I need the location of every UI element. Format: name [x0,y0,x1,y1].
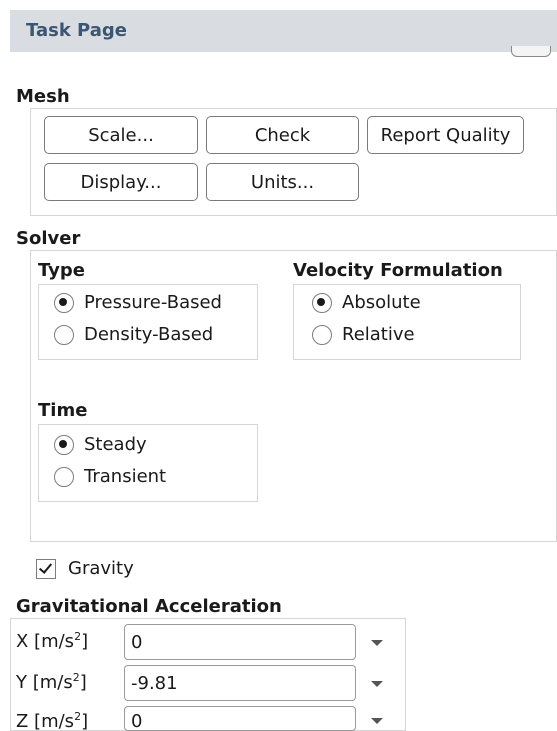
display-button[interactable]: Display... [44,163,198,201]
radio-density-based-indicator[interactable] [54,324,74,345]
radio-transient-label: Transient [84,466,167,487]
radio-pressure-based[interactable]: Pressure-Based [54,292,222,313]
radio-absolute-indicator[interactable] [312,292,332,313]
x-accel-dropdown-caret-icon[interactable] [371,640,383,646]
help-button[interactable] [511,46,551,57]
velocity-formulation-label: Velocity Formulation [293,260,503,281]
radio-transient-indicator[interactable] [54,466,74,487]
check-button[interactable]: Check [206,116,359,154]
y-accel-dropdown-caret-icon[interactable] [371,681,383,687]
radio-density-based[interactable]: Density-Based [54,324,213,345]
task-page-panel: Task Page Mesh Scale... Check Report Qua… [0,0,557,731]
z-accel-axis: Z [m/s [16,711,75,731]
radio-relative[interactable]: Relative [312,324,415,345]
y-accel-unit-end: ] [79,672,87,693]
gravity-label: Gravity [68,558,134,579]
x-accel-unit-end: ] [81,631,89,652]
y-accel-unit-sup: 2 [72,671,80,684]
gravity-checkbox[interactable] [36,558,56,579]
x-accel-input[interactable]: 0 [124,624,356,660]
y-accel-axis: Y [m/s [16,672,73,693]
solver-section-label: Solver [16,228,81,249]
radio-relative-indicator[interactable] [312,324,332,345]
z-accel-input[interactable]: 0 [124,706,356,731]
z-accel-dropdown-caret-icon[interactable] [371,718,383,724]
report-quality-button[interactable]: Report Quality [367,116,524,154]
radio-pressure-based-indicator[interactable] [54,292,74,313]
radio-steady[interactable]: Steady [54,434,147,455]
radio-transient[interactable]: Transient [54,466,166,487]
y-accel-input[interactable]: -9.81 [124,665,356,701]
radio-steady-indicator[interactable] [54,434,74,455]
radio-absolute-label: Absolute [342,292,421,313]
task-page-header: Task Page [10,10,557,57]
scale-button[interactable]: Scale... [44,116,198,154]
type-label: Type [38,260,85,281]
units-button[interactable]: Units... [206,163,359,201]
radio-density-based-label: Density-Based [84,324,214,345]
gravitational-acceleration-label: Gravitational Acceleration [16,596,282,617]
x-accel-axis: X [m/s [16,631,75,652]
z-accel-label: Z [m/s2] [16,710,88,731]
radio-pressure-based-label: Pressure-Based [84,292,222,313]
x-accel-label: X [m/s2] [16,630,88,652]
radio-relative-label: Relative [342,324,415,345]
z-accel-unit-sup: 2 [74,710,82,723]
radio-absolute[interactable]: Absolute [312,292,421,313]
radio-steady-label: Steady [84,434,147,455]
y-accel-label: Y [m/s2] [16,671,87,693]
z-accel-unit-end: ] [81,711,89,731]
task-page-title: Task Page [26,20,128,41]
x-accel-unit-sup: 2 [74,630,82,643]
mesh-section-label: Mesh [16,86,70,107]
gravity-checkbox-row[interactable]: Gravity [36,558,134,579]
time-label: Time [38,400,88,421]
